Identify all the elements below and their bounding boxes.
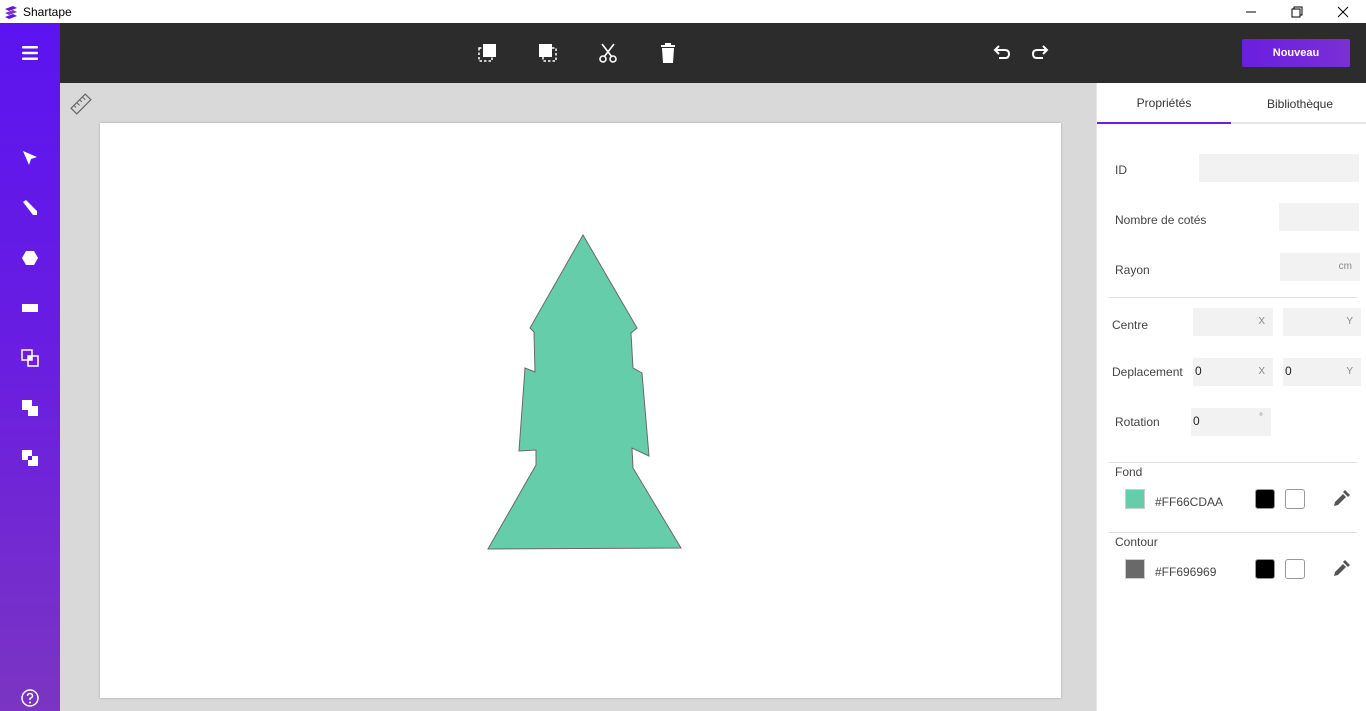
stroke-eyedropper-icon[interactable]: [1331, 559, 1351, 579]
close-button[interactable]: [1320, 0, 1366, 23]
window-title: Shartape: [23, 4, 72, 19]
rectangle-tool-button[interactable]: [15, 293, 45, 323]
tab-library[interactable]: Bibliothèque: [1233, 83, 1366, 124]
delete-button[interactable]: [653, 38, 683, 68]
fill-hex-value: #FF66CDAA: [1155, 495, 1224, 509]
id-field[interactable]: [1199, 154, 1359, 182]
cut-icon: [599, 43, 617, 63]
id-label: ID: [1115, 163, 1127, 177]
cut-button[interactable]: [593, 38, 623, 68]
restore-button[interactable]: [1274, 0, 1320, 23]
divider: [1109, 297, 1357, 298]
app-logo-icon: [5, 5, 17, 19]
drawing-paper[interactable]: [100, 123, 1061, 698]
group-icon: [21, 349, 39, 367]
rectangle-icon: [22, 304, 38, 312]
undo-button[interactable]: [986, 38, 1016, 68]
select-tool-button[interactable]: [15, 143, 45, 173]
copy-icon: [478, 44, 496, 62]
rotation-label: Rotation: [1115, 415, 1160, 429]
undo-icon: [993, 45, 1011, 59]
canvas-area: [60, 83, 1096, 711]
intersect-icon: [22, 450, 38, 466]
fill-color-swatch[interactable]: [1125, 489, 1145, 509]
drawing-svg: [487, 233, 682, 550]
radius-label: Rayon: [1115, 263, 1150, 277]
redo-icon: [1031, 45, 1049, 59]
tab-properties[interactable]: Propriétés: [1097, 83, 1231, 124]
paste-button[interactable]: [533, 38, 563, 68]
hexagon-icon: [22, 251, 38, 265]
merge-icon: [22, 400, 38, 416]
ruler-icon[interactable]: [70, 93, 92, 115]
fill-white-button[interactable]: [1285, 489, 1305, 509]
top-toolbar: Nouveau: [60, 23, 1366, 83]
move-x-field[interactable]: 0X: [1193, 358, 1273, 386]
tool-sidebar: [0, 23, 60, 711]
group-tool-button[interactable]: [15, 343, 45, 373]
pencil-tool-button[interactable]: [15, 193, 45, 223]
restore-icon: [1291, 6, 1303, 17]
center-x-field[interactable]: X: [1193, 308, 1273, 336]
move-y-field[interactable]: 0Y: [1283, 358, 1361, 386]
center-label: Centre: [1112, 318, 1149, 332]
rotation-field[interactable]: 0 °: [1191, 408, 1271, 436]
fill-label: Fond: [1115, 465, 1143, 479]
minimize-icon: [1246, 11, 1256, 12]
center-y-field[interactable]: Y: [1283, 308, 1361, 336]
select-icon: [23, 151, 37, 165]
close-icon: [1337, 6, 1349, 17]
stroke-label: Contour: [1115, 535, 1158, 549]
polygon-tool-button[interactable]: [15, 243, 45, 273]
pencil-icon: [23, 200, 37, 215]
title-bar: Shartape: [0, 0, 1366, 23]
stroke-black-button[interactable]: [1255, 559, 1275, 579]
menu-button[interactable]: [15, 38, 45, 68]
sides-field[interactable]: [1279, 203, 1359, 231]
stroke-white-button[interactable]: [1285, 559, 1305, 579]
sides-label: Nombre de cotés: [1115, 213, 1207, 227]
divider: [1109, 532, 1357, 533]
merge-tool-button[interactable]: [15, 393, 45, 423]
help-icon: [21, 689, 39, 707]
redo-button[interactable]: [1026, 38, 1056, 68]
minimize-button[interactable]: [1228, 0, 1274, 23]
selected-shape[interactable]: [487, 233, 682, 550]
panel-tabs: Propriétés Bibliothèque: [1097, 83, 1366, 124]
properties-panel: Propriétés Bibliothèque ID Nombre de cot…: [1096, 83, 1366, 711]
paste-icon: [539, 44, 557, 62]
copy-button[interactable]: [473, 38, 503, 68]
help-button[interactable]: [15, 683, 45, 711]
fill-eyedropper-icon[interactable]: [1331, 489, 1351, 509]
radius-field[interactable]: cm: [1280, 253, 1360, 281]
new-button[interactable]: Nouveau: [1242, 39, 1350, 67]
divider: [1109, 462, 1357, 463]
delete-icon: [661, 43, 675, 63]
fill-black-button[interactable]: [1255, 489, 1275, 509]
menu-icon: [22, 46, 38, 60]
intersect-tool-button[interactable]: [15, 443, 45, 473]
stroke-hex-value: #FF696969: [1155, 565, 1217, 579]
move-label: Deplacement: [1112, 365, 1183, 379]
stroke-color-swatch[interactable]: [1125, 559, 1145, 579]
